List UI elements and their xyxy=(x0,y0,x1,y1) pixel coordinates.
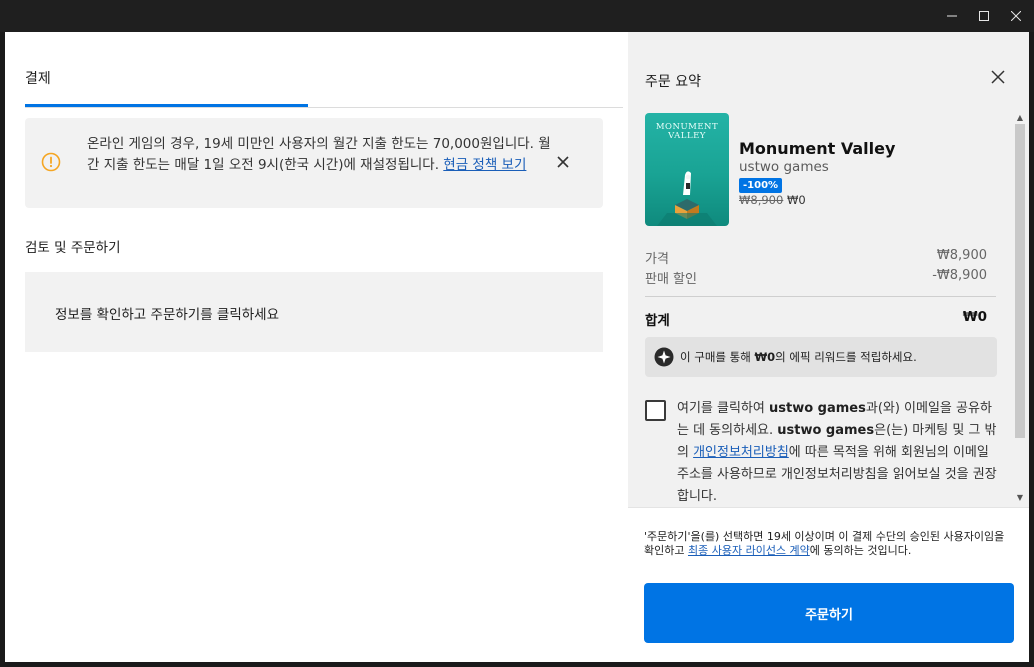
privacy-policy-link[interactable]: 개인정보처리방침 xyxy=(693,445,789,460)
spending-limit-notice: 온라인 게임의 경우, 19세 미만인 사용자의 월간 지출 한도는 70,00… xyxy=(25,118,603,208)
scroll-thumb[interactable] xyxy=(1015,124,1025,438)
email-consent-text: 여기를 클릭하여 ustwo games과(와) 이메일을 공유하는 데 동의하… xyxy=(677,398,1001,504)
total-value: ₩0 xyxy=(962,309,987,325)
product-price-line: ₩8,900 ₩0 xyxy=(739,193,806,207)
review-prompt: 정보를 확인하고 주문하기를 클릭하세요 xyxy=(55,307,280,323)
close-icon[interactable] xyxy=(991,70,1005,84)
notice-text: 온라인 게임의 경우, 19세 미만인 사용자의 월간 지출 한도는 70,00… xyxy=(87,134,559,176)
summary-divider xyxy=(645,296,996,297)
review-box: 정보를 확인하고 주문하기를 클릭하세요 xyxy=(25,272,603,352)
close-icon[interactable] xyxy=(555,154,571,170)
reward-suffix: 의 에픽 리워드를 적립하세요. xyxy=(775,350,917,364)
discount-badge: -100% xyxy=(739,178,783,193)
eula-link[interactable]: 최종 사용자 라이선스 계약 xyxy=(688,544,810,557)
window-titlebar xyxy=(0,0,1034,32)
product-name: Monument Valley xyxy=(739,139,896,158)
cash-policy-link[interactable]: 현금 정책 보기 xyxy=(443,157,526,173)
maximize-icon[interactable] xyxy=(967,0,1001,32)
tab-checkout[interactable]: 결제 xyxy=(25,68,51,88)
consent-part1: 여기를 클릭하여 xyxy=(677,401,769,416)
review-section-title: 검토 및 주문하기 xyxy=(25,240,121,256)
warning-icon xyxy=(41,152,61,172)
terms-text: '주문하기'을(를) 선택하면 19세 이상이며 이 결제 수단의 승인된 사용… xyxy=(644,530,1014,558)
total-label: 합계 xyxy=(645,313,670,329)
order-summary-scroll[interactable]: MONUMENT VALLEY Monument Valley ustwo ga… xyxy=(628,112,1029,504)
consent-publisher2: ustwo games xyxy=(777,423,875,438)
scrollbar[interactable]: ▲ ▼ xyxy=(1013,112,1027,504)
scroll-down-icon[interactable]: ▼ xyxy=(1016,494,1024,502)
terms-part2: 에 동의하는 것입니다. xyxy=(809,544,912,557)
consent-publisher1: ustwo games xyxy=(769,401,866,416)
sale-discount-label: 판매 할인 xyxy=(645,272,697,287)
original-price: ₩8,900 xyxy=(739,193,784,207)
place-order-button[interactable]: 주문하기 xyxy=(644,583,1014,643)
product-thumbnail: MONUMENT VALLEY xyxy=(645,113,729,226)
order-footer: '주문하기'을(를) 선택하면 19세 이상이며 이 결제 수단의 승인된 사용… xyxy=(628,507,1029,662)
order-summary-panel: 주문 요약 MONUMENT VALLEY Monument Valley us… xyxy=(628,32,1029,662)
close-icon[interactable] xyxy=(999,0,1033,32)
sale-discount-value: -₩8,900 xyxy=(932,268,987,283)
monument-illustration xyxy=(657,171,717,226)
price-value: ₩8,900 xyxy=(936,248,987,263)
email-consent-checkbox[interactable] xyxy=(645,400,666,421)
epic-rewards-icon xyxy=(654,347,674,367)
epic-rewards-notice: 이 구매를 통해 ₩0의 에픽 리워드를 적립하세요. xyxy=(645,337,997,377)
order-summary-title: 주문 요약 xyxy=(645,74,701,90)
price-label: 가격 xyxy=(645,252,669,267)
checkout-panel: 결제 온라인 게임의 경우, 19세 미만인 사용자의 월간 지출 한도는 70… xyxy=(5,32,628,662)
reward-prefix: 이 구매를 통해 xyxy=(680,350,755,364)
scroll-up-icon[interactable]: ▲ xyxy=(1016,114,1024,122)
minimize-icon[interactable] xyxy=(935,0,969,32)
product-publisher: ustwo games xyxy=(739,159,829,175)
reward-amount: ₩0 xyxy=(754,350,776,364)
epic-rewards-text: 이 구매를 통해 ₩0의 에픽 리워드를 적립하세요. xyxy=(680,349,917,365)
sale-price: ₩0 xyxy=(786,193,806,207)
tab-divider xyxy=(25,107,623,108)
